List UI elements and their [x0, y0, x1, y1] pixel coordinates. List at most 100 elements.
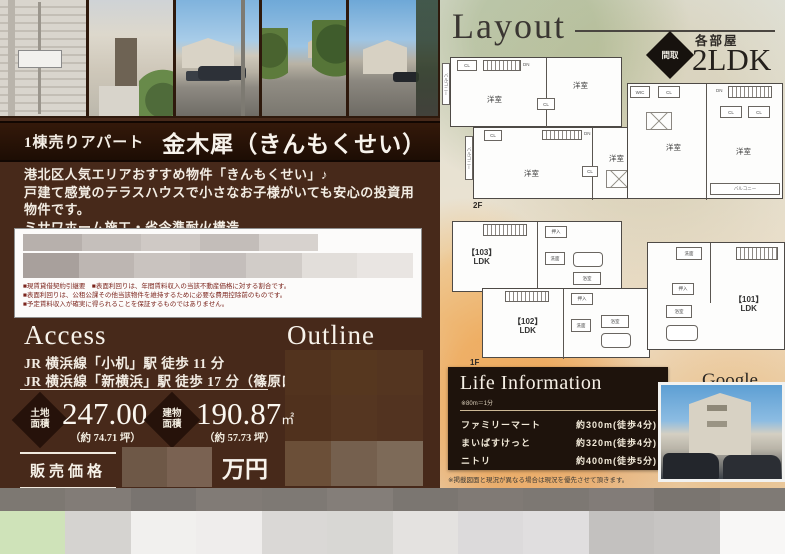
- wall: [546, 58, 547, 128]
- toplight-mark: [646, 112, 672, 130]
- rooms-type: 2LDK: [692, 42, 771, 78]
- stairs-dn-label: DN: [716, 88, 723, 93]
- redacted-cell: [23, 234, 82, 251]
- gray-block: [458, 488, 523, 511]
- room-yoshitsu: 洋室: [666, 142, 681, 153]
- redacted-cell: [331, 395, 377, 440]
- building-area-tsubo: （約 57.73 坪）: [204, 430, 275, 445]
- bathroom: 浴室: [601, 315, 629, 328]
- madori-badge-label: 間取: [653, 49, 687, 61]
- life-row: まいばすけっと 約320m(徒歩4分): [461, 436, 657, 449]
- photo-parking: [176, 0, 259, 116]
- wall: [592, 128, 593, 200]
- balcony: バルコニー: [442, 63, 450, 105]
- footer-mosaic-strip: [0, 511, 785, 554]
- closet: CL: [457, 60, 477, 71]
- land-area-tsubo: （約 74.71 坪）: [70, 430, 141, 445]
- floorplan-1f-unit-103: 押入 【103】LDK 洗面 浴室: [452, 221, 622, 292]
- redacted-cell: [246, 253, 302, 278]
- mosaic-block: [654, 511, 719, 554]
- mosaic-block: [393, 511, 458, 554]
- mosaic-block: [65, 511, 130, 554]
- station-line: JR 横浜線「小机」駅 徒歩 11 分: [24, 352, 225, 372]
- mosaic-block: [589, 511, 654, 554]
- stairs: [483, 224, 527, 236]
- stairs: [728, 86, 772, 98]
- washroom: 洗面: [545, 252, 565, 265]
- car-shape: [663, 453, 719, 479]
- price-label: 販売価格: [30, 464, 106, 480]
- property-category: 1棟売りアパート: [24, 131, 144, 152]
- room-yoshitsu: 洋室: [524, 168, 539, 179]
- wall: [710, 243, 711, 303]
- right-panel: Layout 間取 各部屋 2LDK バルコニー CL DN 洋室 CL 洋室 …: [440, 0, 785, 488]
- poi-name: ニトリ: [461, 454, 491, 467]
- mosaic-block: [0, 511, 65, 554]
- redacted-cell: [122, 447, 167, 487]
- station-line: JR 横浜線「新横浜」駅 徒歩 17 分（篠原口）: [24, 370, 310, 390]
- closet: CL: [537, 98, 555, 110]
- washroom: 洗面: [571, 319, 591, 332]
- stairs-dn-label: DN: [584, 131, 591, 136]
- unit-103-label: 【103】LDK: [467, 248, 496, 266]
- floorplan-2f-unit-b: バルコニー CL DN 洋室 CL 洋室: [473, 127, 650, 199]
- mosaic-block: [131, 511, 196, 554]
- stairs: [505, 291, 549, 302]
- note-line: ■現賃貸借契約引継要 ■表面利回りは、年間賃料収入の当該不動産価格に対する割合で…: [23, 282, 413, 291]
- redacted-cell: [134, 253, 190, 278]
- intro-line: 戸建て感覚のテラスハウスで小さなお子様がいても安心の投資用物件です。: [24, 184, 424, 219]
- unit-102-label: 【102】LDK: [513, 317, 542, 335]
- life-information-box: Life Information ※80m＝1分 ファミリーマート 約300m(…: [448, 367, 668, 470]
- mosaic-block: [720, 511, 785, 554]
- redacted-cell: [377, 441, 423, 486]
- bathroom: 浴室: [666, 305, 692, 318]
- photo-entrance: [89, 0, 173, 116]
- floorplan-2f-unit-a: バルコニー CL DN 洋室 CL 洋室: [450, 57, 622, 127]
- mosaic-block: [523, 511, 588, 554]
- closet: CL: [484, 130, 502, 141]
- poi-distance: 約400m(徒歩5分): [576, 454, 657, 467]
- layout-heading: Layout: [452, 5, 566, 47]
- mosaic-block: [196, 511, 261, 554]
- floor-2f-tag: 2F: [473, 201, 482, 210]
- floorplan-1f-unit-102: 押入 【102】LDK 洗面 浴室: [482, 288, 650, 358]
- poi-name: ファミリーマート: [461, 418, 541, 431]
- redacted-cell: [377, 350, 423, 395]
- photo-street: [262, 0, 346, 116]
- gray-block: [393, 488, 458, 511]
- mosaic-block: [327, 511, 392, 554]
- gray-block: [131, 488, 196, 511]
- room-yoshitsu: 洋室: [573, 80, 588, 91]
- gray-block: [523, 488, 588, 511]
- note-line: ■表面利回りは、公租公課その他当該物件を維持するために必要な費用控除前のものです…: [23, 291, 413, 300]
- tree-shape: [312, 20, 346, 80]
- closet: CL: [720, 106, 742, 118]
- photo-property-exterior: [658, 382, 785, 482]
- left-panel: 1棟売りアパート 金木犀（きんもくせい） 港北区人気エリアおすすめ物件「きんもく…: [0, 0, 440, 488]
- stairs: [483, 60, 521, 71]
- land-area-badge-label: 土地 面積: [12, 409, 68, 430]
- redacted-cell: [259, 234, 318, 251]
- stairs: [542, 130, 582, 140]
- balcony: バルコニー: [465, 136, 473, 180]
- closet: CL: [658, 86, 680, 98]
- gray-block: [589, 488, 654, 511]
- poi-distance: 約300m(徒歩4分): [576, 418, 657, 431]
- wall: [537, 222, 538, 293]
- unit-101-label: 【101】LDK: [734, 295, 763, 313]
- property-name: 金木犀（きんもくせい）: [162, 125, 426, 159]
- divider: [460, 410, 656, 411]
- gray-block: [196, 488, 261, 511]
- yield-notes-text: ■現賃貸借契約引継要 ■表面利回りは、年間賃料収入の当該不動産価格に対する割合で…: [23, 282, 413, 309]
- oshiire-closet: 押入: [545, 226, 567, 238]
- redacted-cell: [200, 234, 259, 251]
- redacted-cell: [190, 253, 246, 278]
- floorplan-2f-unit-c: WIC CL DN CL CL 洋室 洋室 バルコニー: [627, 83, 783, 199]
- redacted-cell: [331, 441, 377, 486]
- redacted-cell: [331, 350, 377, 395]
- redacted-cell: [285, 350, 331, 395]
- building-shape: [689, 393, 751, 455]
- bathtub: [666, 325, 698, 341]
- outline-redacted: [285, 350, 423, 486]
- mosaic-block: [458, 511, 523, 554]
